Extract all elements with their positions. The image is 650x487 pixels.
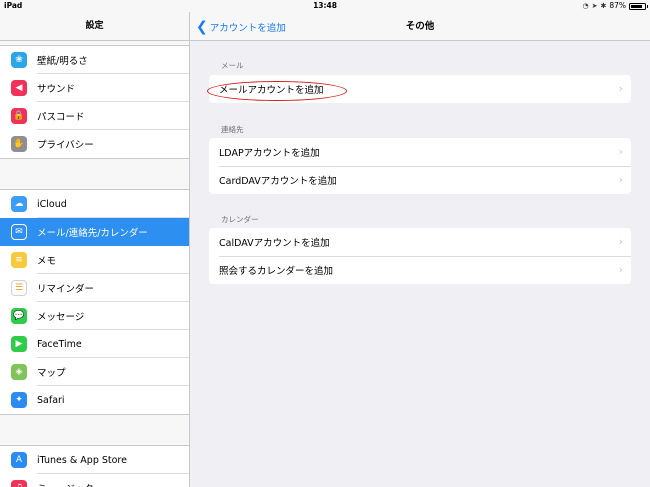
chevron-right-icon: › (618, 173, 623, 186)
back-button[interactable]: ❮ アカウントを追加 (196, 12, 286, 41)
sidebar-item-notes[interactable]: ≡ メモ (0, 246, 189, 274)
notes-icon: ≡ (11, 252, 27, 268)
section-contacts: LDAPアカウントを追加 › CardDAVアカウントを追加 › (209, 138, 631, 194)
chevron-right-icon: › (618, 263, 623, 276)
section-mail: メールアカウントを追加 › (209, 75, 631, 103)
sidebar-item-label: サウンド (37, 84, 76, 95)
sidebar-item-reminders[interactable]: ☰ リマインダー (0, 274, 189, 302)
status-indicators: ◔ ➤ ✱ 87% (582, 0, 648, 12)
sidebar-item-label: Safari (37, 394, 65, 406)
add-caldav-account-row[interactable]: CalDAVアカウントを追加 › (209, 228, 631, 256)
sidebar-item-label: ミュージック (37, 481, 94, 487)
chevron-right-icon: › (618, 235, 623, 248)
messages-icon: 💬 (11, 308, 27, 324)
row-label: LDAPアカウントを追加 (219, 148, 320, 159)
reminders-icon: ☰ (11, 280, 27, 296)
sidebar-item-label: FaceTime (37, 338, 82, 350)
section-header-calendar: カレンダー (221, 215, 259, 224)
chevron-right-icon: › (618, 82, 623, 95)
row-label: 照会するカレンダーを追加 (219, 266, 334, 277)
sidebar-item-safari[interactable]: ✦ Safari (0, 386, 189, 414)
sidebar-item-label: パスコード (37, 112, 85, 123)
add-ldap-account-row[interactable]: LDAPアカウントを追加 › (209, 138, 631, 166)
hand-icon: ✋ (11, 136, 27, 152)
sidebar-item-label: iCloud (37, 198, 67, 210)
sidebar-item-cloud[interactable]: ☁ iCloud (0, 190, 189, 218)
sidebar-groups: ❀ 壁紙/明るさ ◀ サウンド 🔒 パスコード ✋ プライバシー ☁ iCloud ✉ メール/連絡先… (0, 45, 189, 487)
sidebar-group: ☁ iCloud ✉ メール/連絡先/カレンダー ≡ メモ ☰ リマインダー 💬 メッセージ ▶ Fa… (0, 189, 189, 415)
add-mail-account-row[interactable]: メールアカウントを追加 › (209, 75, 631, 103)
music-icon: ♫ (11, 480, 27, 487)
status-bar: iPad 13:48 ◔ ➤ ✱ 87% (0, 0, 650, 12)
facetime-icon: ▶ (11, 336, 27, 352)
sidebar-item-label: メール/連絡先/カレンダー (37, 228, 148, 239)
sound-icon: ◀ (11, 80, 27, 96)
sidebar-item-label: メモ (37, 256, 57, 267)
settings-sidebar[interactable]: 設定 ❀ 壁紙/明るさ ◀ サウンド 🔒 パスコード ✋ プライバシー ☁ iCloud ✉ メール/… (0, 12, 190, 487)
alarm-icon: ◔ (582, 2, 589, 10)
row-label: CalDAVアカウントを追加 (219, 238, 330, 249)
battery-level (631, 4, 643, 8)
sidebar-item-label: メッセージ (37, 312, 85, 323)
mail-icon: ✉ (11, 224, 27, 240)
bluetooth-icon: ✱ (600, 2, 607, 10)
sidebar-item-sound[interactable]: ◀ サウンド (0, 74, 189, 102)
section-calendar: CalDAVアカウントを追加 › 照会するカレンダーを追加 › (209, 228, 631, 284)
sidebar-item-label: マップ (37, 368, 66, 379)
sidebar-item-label: リマインダー (37, 284, 95, 295)
row-label: CardDAVアカウントを追加 (219, 176, 337, 187)
appstore-icon: A (11, 452, 27, 468)
section-header-mail: メール (221, 61, 244, 70)
row-label: メールアカウントを追加 (219, 85, 324, 96)
detail-content: メール メールアカウントを追加 › 連絡先 LDAPアカウントを追加 › Car… (190, 42, 650, 487)
lock-icon: 🔒 (11, 108, 27, 124)
back-button-label: アカウントを追加 (209, 22, 286, 34)
clock: 13:48 (313, 1, 337, 10)
sidebar-item-mail[interactable]: ✉ メール/連絡先/カレンダー (0, 218, 189, 246)
location-icon: ➤ (591, 2, 598, 10)
wallpaper-icon: ❀ (11, 52, 27, 68)
sidebar-item-maps[interactable]: ◈ マップ (0, 358, 189, 386)
sidebar-item-label: 壁紙/明るさ (37, 56, 88, 67)
sidebar-item-wallpaper[interactable]: ❀ 壁紙/明るさ (0, 46, 189, 74)
battery-percent: 87% (609, 1, 626, 10)
chevron-right-icon: › (618, 145, 623, 158)
sidebar-item-label: プライバシー (37, 140, 94, 151)
sidebar-item-music[interactable]: ♫ ミュージック (0, 474, 189, 487)
sidebar-item-lock[interactable]: 🔒 パスコード (0, 102, 189, 130)
sidebar-item-label: iTunes & App Store (37, 454, 127, 466)
battery-icon (629, 2, 648, 10)
sidebar-group: ❀ 壁紙/明るさ ◀ サウンド 🔒 パスコード ✋ プライバシー (0, 45, 189, 159)
maps-icon: ◈ (11, 364, 27, 380)
sidebar-item-appstore[interactable]: AiTunes & App Store (0, 446, 189, 474)
add-carddav-account-row[interactable]: CardDAVアカウントを追加 › (209, 166, 631, 194)
sidebar-item-hand[interactable]: ✋ プライバシー (0, 130, 189, 158)
sidebar-item-facetime[interactable]: ▶ FaceTime (0, 330, 189, 358)
detail-navbar: ❮ アカウントを追加 その他 (190, 12, 650, 41)
cloud-icon: ☁ (11, 196, 27, 212)
safari-icon: ✦ (11, 392, 27, 408)
sidebar-title: 設定 (0, 12, 189, 41)
add-subscribed-calendar-row[interactable]: 照会するカレンダーを追加 › (209, 256, 631, 284)
sidebar-group: AiTunes & App Store ♫ ミュージック (0, 445, 189, 487)
chevron-left-icon: ❮ (196, 18, 208, 35)
section-header-contacts: 連絡先 (221, 125, 244, 134)
sidebar-item-messages[interactable]: 💬 メッセージ (0, 302, 189, 330)
